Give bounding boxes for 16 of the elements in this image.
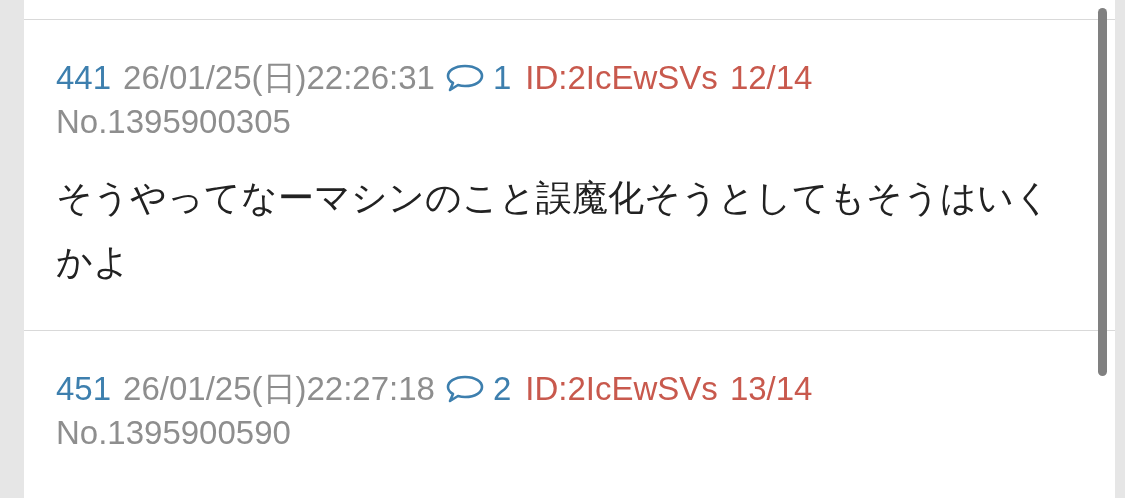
- post-number[interactable]: 441: [56, 59, 112, 96]
- post-no: No.1395900590: [56, 414, 291, 451]
- speech-bubble-icon: [444, 374, 485, 404]
- speech-bubble-icon: [444, 63, 485, 93]
- reply-count[interactable]: 2: [492, 370, 512, 407]
- poster-id[interactable]: ID:2IcEwSVs: [525, 370, 718, 407]
- post-date: 26/01/25(日)22:26:31: [123, 59, 435, 96]
- reply-count[interactable]: 1: [492, 59, 512, 96]
- scrollbar[interactable]: [1098, 8, 1107, 376]
- post-count: 12/14: [729, 59, 813, 96]
- post-date: 26/01/25(日)22:27:18: [123, 370, 435, 407]
- post-no: No.1395900305: [56, 103, 291, 140]
- post-number[interactable]: 451: [56, 370, 112, 407]
- post-count: 13/14: [729, 370, 813, 407]
- poster-id[interactable]: ID:2IcEwSVs: [525, 59, 718, 96]
- post-body: そうやってなーマシンのこと誤魔化そうとしてもそうはいくかよ: [56, 176, 1052, 284]
